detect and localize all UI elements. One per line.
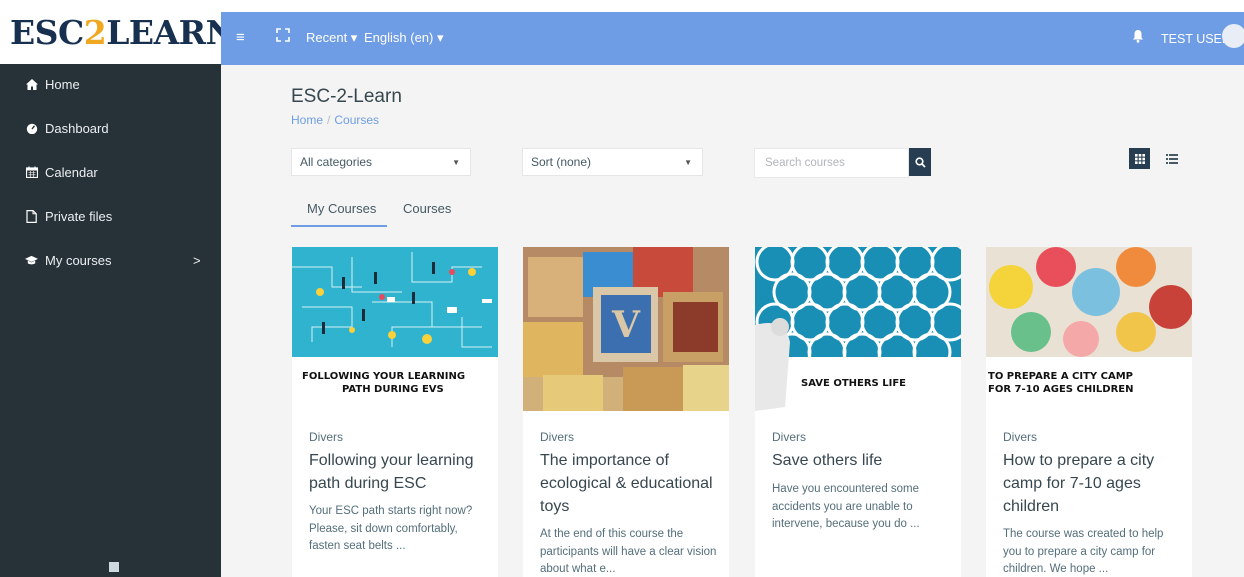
active-tab-indicator bbox=[291, 225, 387, 227]
file-icon bbox=[25, 209, 38, 223]
course-category: Divers bbox=[1003, 430, 1038, 444]
course-category: Divers bbox=[309, 430, 344, 444]
search-input[interactable]: Search courses bbox=[754, 148, 909, 178]
home-icon bbox=[25, 78, 38, 91]
course-category: Divers bbox=[772, 430, 807, 444]
caret-down-icon: ▼ bbox=[452, 158, 460, 167]
course-image[interactable]: FOLLOWING YOUR LEARNING PATH DURING EVS bbox=[292, 247, 498, 411]
svg-text:V: V bbox=[611, 304, 641, 346]
notification-bell-icon[interactable] bbox=[1132, 29, 1144, 43]
sidebar-item-home[interactable]: Home bbox=[0, 64, 221, 104]
top-navbar: ≡ Recent ▾ English (en) ▾ TEST USER bbox=[221, 12, 1244, 65]
course-description: Your ESC path starts right now? Please, … bbox=[309, 505, 473, 552]
dashboard-icon bbox=[25, 122, 38, 135]
image-caption: SAVE OTHERS LIFE bbox=[801, 378, 906, 389]
course-image[interactable]: SAVE OTHERS LIFE bbox=[755, 247, 961, 411]
caret-down-icon: ▼ bbox=[684, 158, 692, 167]
breadcrumb-home[interactable]: Home bbox=[291, 113, 323, 127]
breadcrumb: Home / Courses bbox=[291, 113, 379, 127]
user-avatar[interactable] bbox=[1222, 24, 1244, 48]
logo-text: ESC2LEARN bbox=[10, 12, 236, 52]
image-caption: FOR 7-10 AGES CHILDREN bbox=[988, 384, 1134, 395]
course-name[interactable]: Following your learning path during ESC bbox=[309, 449, 489, 495]
sidebar-item-label: Private files bbox=[45, 208, 113, 224]
image-caption: TO PREPARE A CITY CAMP bbox=[988, 371, 1134, 382]
breadcrumb-separator: / bbox=[327, 113, 331, 127]
sidebar-item-calendar[interactable]: Calendar bbox=[0, 152, 221, 192]
image-caption: FOLLOWING YOUR LEARNING bbox=[302, 371, 466, 382]
site-logo[interactable]: ESC2LEARN bbox=[0, 0, 236, 64]
tab-courses[interactable]: Courses bbox=[403, 201, 451, 216]
language-menu[interactable]: English (en) ▾ bbox=[364, 30, 444, 46]
recent-menu[interactable]: Recent ▾ bbox=[306, 30, 357, 46]
search-placeholder: Search courses bbox=[765, 157, 845, 169]
fullscreen-icon[interactable] bbox=[276, 28, 290, 42]
chevron-right-icon: > bbox=[193, 252, 201, 268]
user-menu-name[interactable]: TEST USER bbox=[1161, 32, 1231, 46]
calendar-icon bbox=[25, 166, 38, 179]
page: ESC2LEARN ≡ Recent ▾ English (en) ▾ TEST… bbox=[0, 0, 1244, 577]
course-description: At the end of this course the participan… bbox=[540, 528, 717, 575]
course-description: Have you encountered some accidents you … bbox=[772, 483, 920, 530]
course-image[interactable]: TO PREPARE A CITY CAMP FOR 7-10 AGES CHI… bbox=[986, 247, 1192, 411]
sidebar-item-my-courses[interactable]: My courses > bbox=[0, 240, 221, 280]
main-content: ESC-2-Learn Home / Courses All categories … bbox=[221, 65, 1244, 577]
breadcrumb-courses[interactable]: Courses bbox=[334, 113, 379, 127]
list-view-icon[interactable] bbox=[1166, 154, 1178, 164]
sidebar-item-dashboard[interactable]: Dashboard bbox=[0, 108, 221, 148]
sidebar-item-label: My courses bbox=[45, 252, 112, 268]
sidebar-collapse-icon[interactable] bbox=[109, 562, 119, 572]
sidebar: Home Dashboard Calendar Private files My… bbox=[0, 64, 221, 577]
grid-view-button[interactable] bbox=[1129, 148, 1150, 169]
sort-select[interactable]: Sort (none) ▼ bbox=[522, 148, 703, 176]
sort-select-value: Sort (none) bbox=[531, 155, 592, 169]
grid-icon bbox=[1134, 153, 1145, 164]
sidebar-item-private-files[interactable]: Private files bbox=[0, 196, 221, 236]
course-category: Divers bbox=[540, 430, 575, 444]
course-card[interactable]: SAVE OTHERS LIFE Divers Save others life… bbox=[755, 247, 961, 577]
sidebar-item-label: Home bbox=[45, 76, 80, 92]
course-name[interactable]: Save others life bbox=[772, 449, 952, 472]
course-image[interactable]: V bbox=[523, 247, 729, 411]
course-name[interactable]: The importance of ecological & education… bbox=[540, 449, 720, 518]
image-caption: PATH DURING EVS bbox=[342, 384, 444, 395]
graduation-cap-icon bbox=[25, 254, 38, 267]
search-button[interactable] bbox=[909, 148, 931, 176]
course-card[interactable]: V Divers The importance of ecological & … bbox=[523, 247, 729, 577]
sidebar-item-label: Calendar bbox=[45, 164, 98, 180]
course-card[interactable]: TO PREPARE A CITY CAMP FOR 7-10 AGES CHI… bbox=[986, 247, 1192, 577]
category-select[interactable]: All categories ▼ bbox=[291, 148, 471, 176]
menu-toggle-icon[interactable]: ≡ bbox=[236, 29, 245, 46]
category-select-value: All categories bbox=[300, 155, 373, 169]
tab-my-courses[interactable]: My Courses bbox=[307, 201, 376, 216]
course-name[interactable]: How to prepare a city camp for 7-10 ages… bbox=[1003, 449, 1183, 518]
page-title: ESC-2-Learn bbox=[291, 86, 402, 107]
search-icon bbox=[914, 156, 926, 168]
sidebar-item-label: Dashboard bbox=[45, 120, 109, 136]
course-description: The course was created to help you to pr… bbox=[1003, 528, 1164, 575]
course-card[interactable]: FOLLOWING YOUR LEARNING PATH DURING EVS … bbox=[292, 247, 498, 577]
